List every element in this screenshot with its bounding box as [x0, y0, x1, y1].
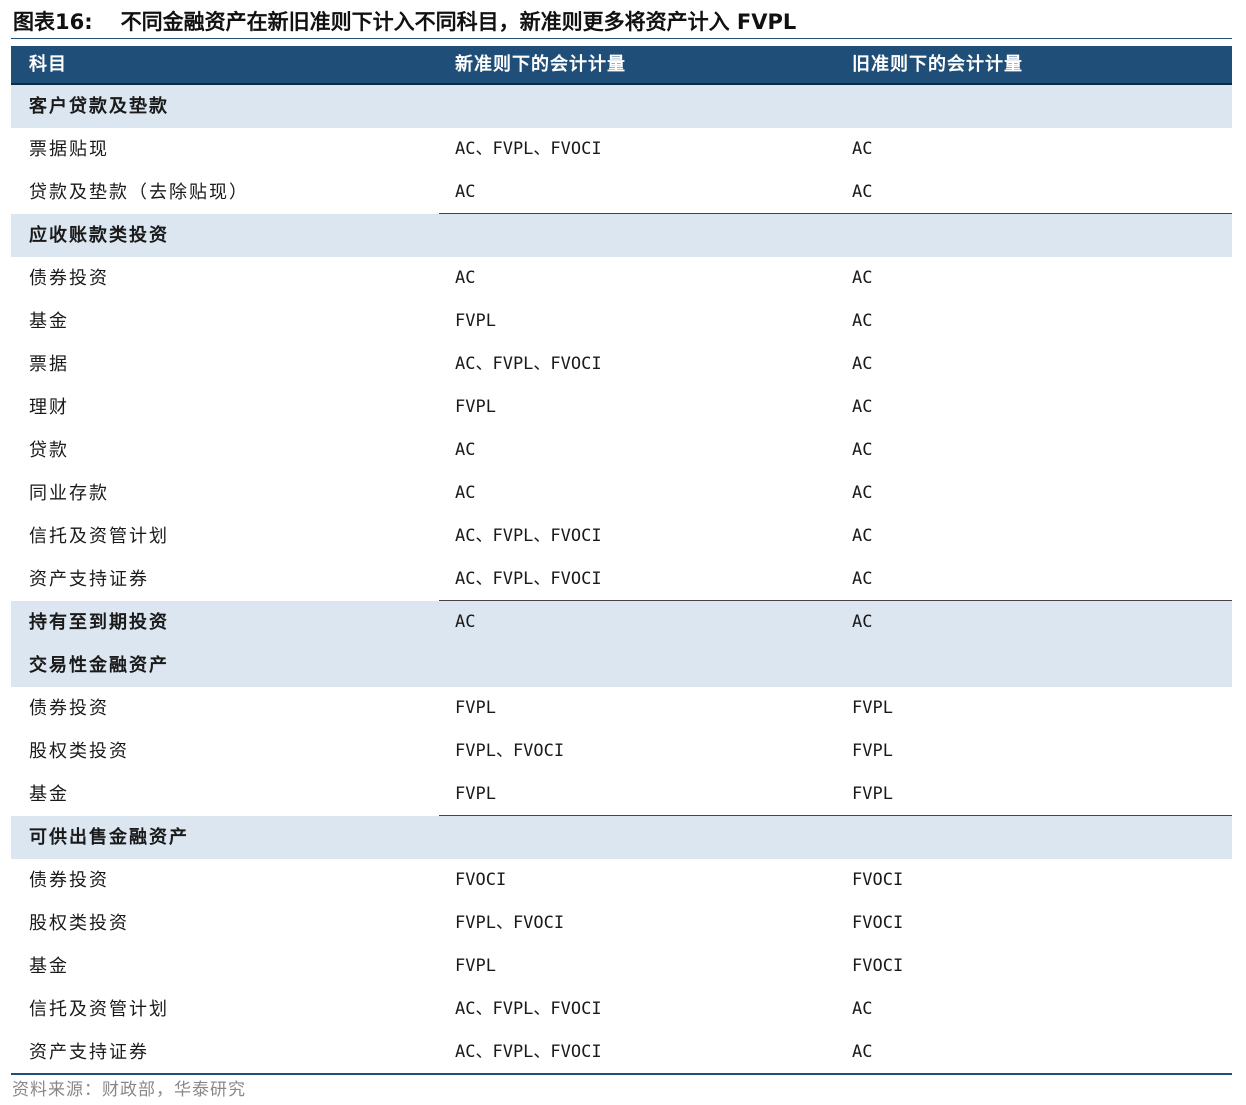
old-standard-cell: AC: [852, 311, 873, 331]
subject-cell: 债券投资: [29, 870, 109, 891]
header-new-standard: 新准则下的会计计量: [455, 54, 626, 75]
new-standard-cell: AC、FVPL、FVOCI: [455, 569, 602, 589]
new-standard-cell: FVPL、FVOCI: [455, 913, 565, 933]
table-header: 科目 新准则下的会计计量 旧准则下的会计计量: [11, 46, 1232, 85]
subject-cell: 可供出售金融资产: [29, 827, 189, 848]
old-standard-cell: FVOCI: [852, 870, 904, 890]
table-row: 票据贴现 AC、FVPL、FVOCI AC: [11, 128, 1232, 171]
subject-cell: 票据: [29, 354, 69, 375]
table-row: 债券投资 FVPL FVPL: [11, 687, 1232, 730]
table-row: 股权类投资 FVPL、FVOCI FVOCI: [11, 902, 1232, 945]
figure-title-text: 不同金融资产在新旧准则下计入不同科目，新准则更多将资产计入 FVPL: [120, 10, 797, 34]
section-row: 应收账款类投资: [11, 214, 1232, 257]
subject-cell: 应收账款类投资: [29, 225, 169, 246]
new-standard-cell: FVPL: [455, 956, 496, 976]
old-standard-cell: FVPL: [852, 784, 893, 804]
new-standard-cell: AC: [455, 268, 476, 288]
new-standard-cell: AC: [455, 483, 476, 503]
old-standard-cell: AC: [852, 612, 873, 632]
old-standard-cell: AC: [852, 354, 873, 374]
new-standard-cell: AC、FVPL、FVOCI: [455, 354, 602, 374]
new-standard-cell: FVPL: [455, 311, 496, 331]
new-standard-cell: AC、FVPL、FVOCI: [455, 1042, 602, 1062]
table-row: 基金 FVPL FVPL: [11, 773, 1232, 816]
source-note: 资料来源：财政部，华泰研究: [12, 1080, 246, 1100]
subject-cell: 信托及资管计划: [29, 999, 169, 1020]
new-standard-cell: AC、FVPL、FVOCI: [455, 999, 602, 1019]
new-standard-cell: FVPL: [455, 698, 496, 718]
old-standard-cell: FVPL: [852, 741, 893, 761]
section-row: 可供出售金融资产: [11, 816, 1232, 859]
old-standard-cell: AC: [852, 440, 873, 460]
subject-cell: 客户贷款及垫款: [29, 96, 169, 117]
table-row: 票据 AC、FVPL、FVOCI AC: [11, 343, 1232, 386]
subject-cell: 债券投资: [29, 698, 109, 719]
new-standard-cell: AC、FVPL、FVOCI: [455, 526, 602, 546]
subject-cell: 基金: [29, 956, 69, 977]
table-row: 资产支持证券 AC、FVPL、FVOCI AC: [11, 558, 1232, 601]
old-standard-cell: AC: [852, 526, 873, 546]
old-standard-cell: AC: [852, 569, 873, 589]
subject-cell: 持有至到期投资: [29, 612, 169, 633]
subject-cell: 贷款及垫款（去除贴现）: [29, 182, 249, 203]
table-row: 资产支持证券 AC、FVPL、FVOCI AC: [11, 1031, 1232, 1074]
old-standard-cell: FVOCI: [852, 956, 904, 976]
new-standard-cell: FVOCI: [455, 870, 507, 890]
subject-cell: 股权类投资: [29, 913, 129, 934]
old-standard-cell: FVPL: [852, 698, 893, 718]
comparison-table: 科目 新准则下的会计计量 旧准则下的会计计量 客户贷款及垫款 票据贴现 AC、FVP…: [11, 46, 1232, 1074]
table-row: 基金 FVPL FVOCI: [11, 945, 1232, 988]
old-standard-cell: AC: [852, 999, 873, 1019]
table-body: 客户贷款及垫款 票据贴现 AC、FVPL、FVOCI AC 贷款及垫款（去除贴现） AC A…: [11, 85, 1232, 1074]
subject-cell: 股权类投资: [29, 741, 129, 762]
subject-cell: 资产支持证券: [29, 1042, 149, 1063]
subject-cell: 同业存款: [29, 483, 109, 504]
subject-cell: 资产支持证券: [29, 569, 149, 590]
subject-cell: 票据贴现: [29, 139, 109, 160]
old-standard-cell: AC: [852, 139, 873, 159]
table-row: 同业存款 AC AC: [11, 472, 1232, 515]
new-standard-cell: AC: [455, 612, 476, 632]
old-standard-cell: AC: [852, 182, 873, 202]
old-standard-cell: AC: [852, 1042, 873, 1062]
subject-cell: 信托及资管计划: [29, 526, 169, 547]
figure-title: 图表16: 不同金融资产在新旧准则下计入不同科目，新准则更多将资产计入 FVPL: [13, 6, 796, 38]
table-bottom-rule: [11, 1073, 1232, 1075]
new-standard-cell: FVPL、FVOCI: [455, 741, 565, 761]
subject-cell: 理财: [29, 397, 69, 418]
section-row: 持有至到期投资 AC AC: [11, 601, 1232, 644]
old-standard-cell: AC: [852, 268, 873, 288]
table-row: 信托及资管计划 AC、FVPL、FVOCI AC: [11, 515, 1232, 558]
old-standard-cell: FVOCI: [852, 913, 904, 933]
table-row: 理财 FVPL AC: [11, 386, 1232, 429]
new-standard-cell: AC: [455, 182, 476, 202]
new-standard-cell: AC、FVPL、FVOCI: [455, 139, 602, 159]
old-standard-cell: AC: [852, 483, 873, 503]
table-row: 债券投资 AC AC: [11, 257, 1232, 300]
table-row: 基金 FVPL AC: [11, 300, 1232, 343]
new-standard-cell: AC: [455, 440, 476, 460]
subject-cell: 基金: [29, 784, 69, 805]
new-standard-cell: FVPL: [455, 397, 496, 417]
table-row: 贷款 AC AC: [11, 429, 1232, 472]
subject-cell: 贷款: [29, 440, 69, 461]
header-old-standard: 旧准则下的会计计量: [852, 54, 1023, 75]
title-divider: [11, 38, 1232, 39]
section-row: 交易性金融资产: [11, 644, 1232, 687]
subject-cell: 交易性金融资产: [29, 655, 169, 676]
table-row: 债券投资 FVOCI FVOCI: [11, 859, 1232, 902]
table-row: 股权类投资 FVPL、FVOCI FVPL: [11, 730, 1232, 773]
old-standard-cell: AC: [852, 397, 873, 417]
subject-cell: 基金: [29, 311, 69, 332]
table-row: 信托及资管计划 AC、FVPL、FVOCI AC: [11, 988, 1232, 1031]
header-subject: 科目: [29, 54, 67, 75]
new-standard-cell: FVPL: [455, 784, 496, 804]
section-row: 客户贷款及垫款: [11, 85, 1232, 128]
table-row: 贷款及垫款（去除贴现） AC AC: [11, 171, 1232, 214]
figure-number: 图表16:: [13, 10, 93, 34]
subject-cell: 债券投资: [29, 268, 109, 289]
